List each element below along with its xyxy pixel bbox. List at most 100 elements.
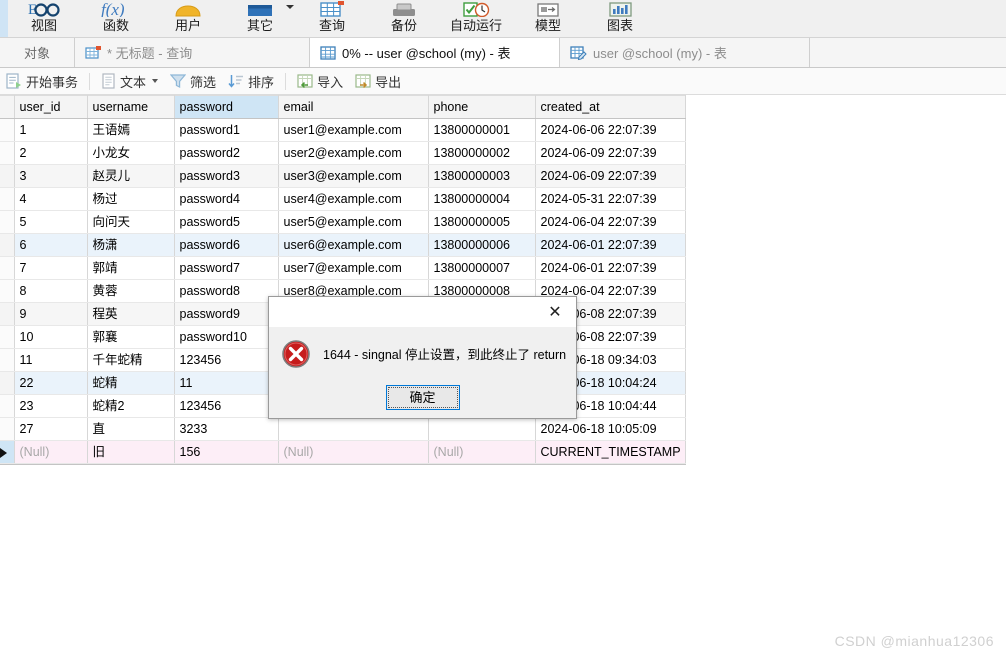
cell-user_id[interactable]: 10 bbox=[14, 325, 88, 349]
table-row[interactable]: 5 向问天 password5 user5@example.com 1380000000… bbox=[0, 210, 686, 234]
cell-username[interactable]: 小龙女 bbox=[87, 141, 175, 165]
ribbon-item-5[interactable]: 查询 bbox=[296, 0, 368, 37]
tab-2[interactable]: 0% -- user @school (my) - 表 bbox=[310, 38, 560, 67]
ribbon-item-6[interactable]: 备份 bbox=[368, 0, 440, 37]
cell-password[interactable]: password10 bbox=[174, 325, 279, 349]
ribbon-item-8[interactable]: 模型 bbox=[512, 0, 584, 37]
cell-user_id[interactable]: 1 bbox=[14, 118, 88, 142]
cell-user_id[interactable]: 9 bbox=[14, 302, 88, 326]
action-button-4[interactable]: 排序 bbox=[222, 70, 280, 92]
cell-phone[interactable]: (Null) bbox=[428, 440, 536, 464]
tab-1[interactable]: * 无标题 - 查询 bbox=[75, 38, 310, 67]
column-header-created_at[interactable]: created_at bbox=[535, 95, 686, 119]
cell-username[interactable]: 向问天 bbox=[87, 210, 175, 234]
close-icon[interactable]: ✕ bbox=[534, 298, 576, 327]
chevron-down-icon[interactable] bbox=[152, 79, 159, 83]
row-indicator[interactable] bbox=[0, 417, 15, 441]
cell-user_id[interactable]: 2 bbox=[14, 141, 88, 165]
cell-phone[interactable]: 13800000003 bbox=[428, 164, 536, 188]
cell-phone[interactable]: 13800000002 bbox=[428, 141, 536, 165]
row-indicator[interactable] bbox=[0, 348, 15, 372]
cell-password[interactable]: password3 bbox=[174, 164, 279, 188]
ok-button[interactable]: 确定 bbox=[385, 384, 460, 410]
table-row[interactable]: (Null) 旧 156 (Null) (Null) CURRENT_TIMESTAMP bbox=[0, 440, 686, 464]
cell-phone[interactable]: 13800000001 bbox=[428, 118, 536, 142]
column-header-password[interactable]: password bbox=[174, 95, 279, 119]
ribbon-item-9[interactable]: 图表 bbox=[584, 0, 656, 37]
cell-username[interactable]: 蛇精 bbox=[87, 371, 175, 395]
table-row[interactable]: 2 小龙女 password2 user2@example.com 1380000000… bbox=[0, 141, 686, 165]
cell-phone[interactable]: 13800000005 bbox=[428, 210, 536, 234]
row-indicator[interactable] bbox=[0, 210, 15, 234]
row-indicator[interactable] bbox=[0, 164, 15, 188]
cell-user_id[interactable]: 7 bbox=[14, 256, 88, 280]
cell-password[interactable]: 123456 bbox=[174, 348, 279, 372]
table-row[interactable]: 6 杨潇 password6 user6@example.com 13800000006… bbox=[0, 233, 686, 257]
cell-user_id[interactable]: (Null) bbox=[14, 440, 88, 464]
row-indicator[interactable] bbox=[0, 325, 15, 349]
column-header-email[interactable]: email bbox=[278, 95, 429, 119]
cell-username[interactable]: 直 bbox=[87, 417, 175, 441]
cell-username[interactable]: 杨过 bbox=[87, 187, 175, 211]
cell-created_at[interactable]: 2024-06-09 22:07:39 bbox=[535, 164, 686, 188]
cell-username[interactable]: 杨潇 bbox=[87, 233, 175, 257]
cell-username[interactable]: 郭襄 bbox=[87, 325, 175, 349]
cell-created_at[interactable]: 2024-06-04 22:07:39 bbox=[535, 210, 686, 234]
table-row[interactable]: 3 赵灵儿 password3 user3@example.com 1380000000… bbox=[0, 164, 686, 188]
row-indicator[interactable] bbox=[0, 279, 15, 303]
cell-user_id[interactable]: 3 bbox=[14, 164, 88, 188]
cell-created_at[interactable]: 2024-06-01 22:07:39 bbox=[535, 256, 686, 280]
cell-created_at[interactable]: 2024-05-31 22:07:39 bbox=[535, 187, 686, 211]
table-row[interactable]: 7 郭靖 password7 user7@example.com 13800000007… bbox=[0, 256, 686, 280]
cell-password[interactable]: password9 bbox=[174, 302, 279, 326]
row-indicator[interactable] bbox=[0, 233, 15, 257]
cell-created_at[interactable]: 2024-06-09 22:07:39 bbox=[535, 141, 686, 165]
cell-phone[interactable]: 13800000007 bbox=[428, 256, 536, 280]
cell-created_at[interactable]: 2024-06-06 22:07:39 bbox=[535, 118, 686, 142]
cell-username[interactable]: 旧 bbox=[87, 440, 175, 464]
cell-password[interactable]: password2 bbox=[174, 141, 279, 165]
cell-email[interactable]: user5@example.com bbox=[278, 210, 429, 234]
cell-username[interactable]: 黄蓉 bbox=[87, 279, 175, 303]
action-button-3[interactable]: 筛选 bbox=[164, 70, 222, 92]
cell-email[interactable]: user6@example.com bbox=[278, 233, 429, 257]
action-button-1[interactable]: 开始事务 bbox=[0, 70, 84, 92]
row-indicator[interactable] bbox=[0, 302, 15, 326]
cell-created_at[interactable]: 2024-06-18 10:05:09 bbox=[535, 417, 686, 441]
cell-created_at[interactable]: 2024-06-01 22:07:39 bbox=[535, 233, 686, 257]
cell-phone[interactable] bbox=[428, 417, 536, 441]
tab-3[interactable]: user @school (my) - 表 bbox=[560, 38, 810, 67]
ribbon-item-7[interactable]: 自动运行 bbox=[440, 0, 512, 37]
ribbon-item-1[interactable]: E 视图 bbox=[8, 0, 80, 37]
cell-user_id[interactable]: 27 bbox=[14, 417, 88, 441]
table-row[interactable]: 4 杨过 password4 user4@example.com 13800000004… bbox=[0, 187, 686, 211]
row-indicator[interactable] bbox=[0, 118, 15, 142]
column-header-phone[interactable]: phone bbox=[428, 95, 536, 119]
cell-username[interactable]: 蛇精2 bbox=[87, 394, 175, 418]
action-button-2[interactable]: 文本 bbox=[95, 70, 164, 92]
ribbon-item-3[interactable]: 用户 bbox=[152, 0, 224, 37]
cell-password[interactable]: password6 bbox=[174, 233, 279, 257]
cell-password[interactable]: 123456 bbox=[174, 394, 279, 418]
cell-email[interactable]: user1@example.com bbox=[278, 118, 429, 142]
cell-username[interactable]: 赵灵儿 bbox=[87, 164, 175, 188]
cell-username[interactable]: 王语嫣 bbox=[87, 118, 175, 142]
ribbon-item-2[interactable]: f(x) 函数 bbox=[80, 0, 152, 37]
cell-password[interactable]: password5 bbox=[174, 210, 279, 234]
cell-password[interactable]: 156 bbox=[174, 440, 279, 464]
cell-user_id[interactable]: 23 bbox=[14, 394, 88, 418]
cell-email[interactable] bbox=[278, 417, 429, 441]
cell-email[interactable]: (Null) bbox=[278, 440, 429, 464]
cell-password[interactable]: 11 bbox=[174, 371, 279, 395]
row-indicator[interactable] bbox=[0, 256, 15, 280]
chevron-down-icon[interactable] bbox=[286, 5, 294, 9]
cell-password[interactable]: password7 bbox=[174, 256, 279, 280]
table-row[interactable]: 1 王语嫣 password1 user1@example.com 1380000000… bbox=[0, 118, 686, 142]
cell-user_id[interactable]: 4 bbox=[14, 187, 88, 211]
action-button-5[interactable]: 导入 bbox=[291, 70, 349, 92]
row-indicator[interactable] bbox=[0, 394, 15, 418]
cell-password[interactable]: password8 bbox=[174, 279, 279, 303]
cell-email[interactable]: user2@example.com bbox=[278, 141, 429, 165]
tab-object[interactable]: 对象 bbox=[0, 38, 75, 67]
cell-user_id[interactable]: 8 bbox=[14, 279, 88, 303]
